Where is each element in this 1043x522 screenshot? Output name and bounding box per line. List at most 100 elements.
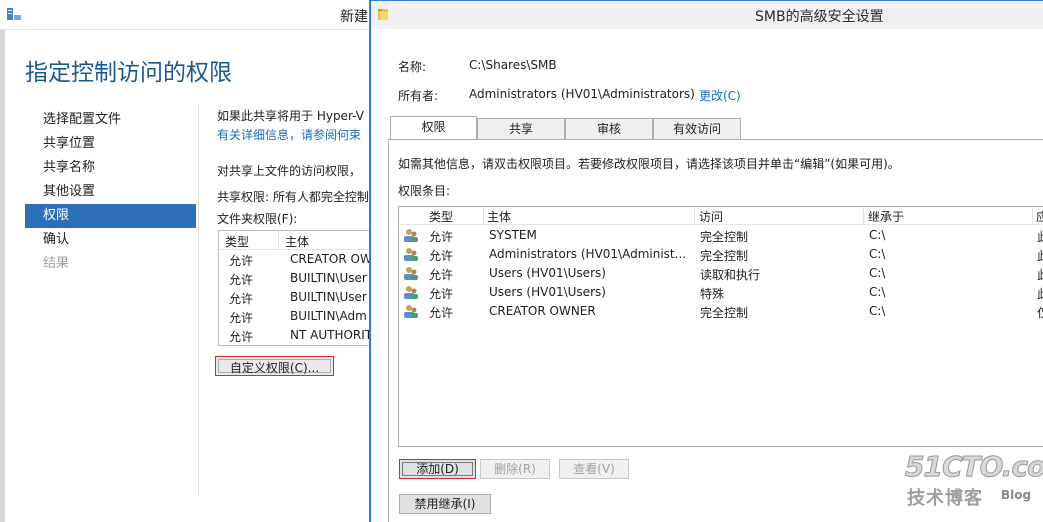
row-type: 允许	[229, 311, 254, 325]
permission-entries-list[interactable]: 类型 主体 访问 继承于 应 允许 SYSTEM 完全控制 C:\ 此 允许 A…	[398, 206, 1043, 447]
tab-effective-access[interactable]: 有效访问	[653, 118, 741, 139]
table-row[interactable]: 允许 NT AUTHORIT	[219, 326, 380, 345]
new-share-wizard-window: 新建 指定控制访问的权限 选择配置文件 共享位置 共享名称 其他设置 权限 确认…	[0, 0, 380, 522]
watermark-logo-text: 51CTO.com	[904, 450, 1043, 484]
tab-permissions[interactable]: 权限	[390, 116, 477, 139]
watermark-blog: Blog	[1001, 488, 1032, 502]
table-row[interactable]: 允许 SYSTEM 完全控制 C:\ 此	[399, 226, 1043, 245]
row-applies-to: 此	[1037, 266, 1043, 283]
table-row[interactable]: 允许 CREATOR OW	[219, 250, 380, 269]
row-applies-to: 此	[1037, 228, 1043, 245]
row-type: 允许	[429, 287, 454, 301]
folder-permissions-label: 文件夹权限(F):	[217, 212, 298, 226]
table-row[interactable]: 允许 Users (HV01\Users) 读取和执行 C:\ 此	[399, 264, 1043, 283]
row-applies-to: 此	[1037, 285, 1043, 302]
row-inherited-from: C:\	[869, 285, 886, 299]
column-access[interactable]: 访问	[699, 208, 723, 225]
wizard-title: 新建	[340, 9, 368, 25]
row-access: 完全控制	[700, 306, 749, 320]
row-type: 允许	[229, 330, 254, 344]
table-row[interactable]: 允许 Users (HV01\Users) 特殊 C:\ 此	[399, 283, 1043, 302]
step-select-profile[interactable]: 选择配置文件	[25, 108, 196, 132]
folder-icon	[378, 9, 388, 20]
advanced-security-dialog: SMB的高级安全设置 名称: C:\Shares\SMB 所有者: Admini…	[369, 0, 1043, 522]
users-icon	[404, 229, 418, 242]
table-header: 类型 主体	[219, 231, 380, 250]
add-button-label: 添加(D)	[416, 462, 459, 476]
add-button[interactable]: 添加(D)	[399, 459, 476, 479]
row-access: 特殊	[700, 287, 725, 301]
wizard-title-bar[interactable]: 新建	[0, 0, 380, 30]
row-type: 允许	[429, 230, 454, 244]
watermark-subtitle: 技术博客	[907, 488, 983, 509]
permission-entries-label: 权限条目:	[398, 184, 451, 198]
row-principal: Administrators (HV01\Administ...	[489, 247, 687, 261]
view-button[interactable]: 查看(V)	[559, 459, 629, 479]
more-info-link[interactable]: 有关详细信息，请参阅何束	[217, 126, 361, 143]
table-row[interactable]: 允许 CREATOR OWNER 完全控制 C:\ 仅	[399, 302, 1043, 321]
users-icon	[404, 305, 418, 318]
folder-permissions-table[interactable]: 类型 主体 允许 CREATOR OW 允许 BUILTIN\User 允许 B…	[218, 230, 380, 346]
remove-button[interactable]: 删除(R)	[480, 459, 550, 479]
row-inherited-from: C:\	[869, 266, 886, 280]
dialog-title: SMB的高级安全设置	[755, 9, 884, 25]
wizard-left-edge	[0, 30, 5, 522]
row-inherited-from: C:\	[869, 228, 886, 242]
owner-value: Administrators (HV01\Administrators)	[469, 87, 695, 101]
table-row[interactable]: 允许 Administrators (HV01\Administ... 完全控制…	[399, 245, 1043, 264]
change-owner-link[interactable]: 更改(C)	[699, 87, 741, 104]
disable-inheritance-button[interactable]: 禁用继承(I)	[399, 494, 491, 514]
row-inherited-from: C:\	[869, 304, 886, 318]
tab-share[interactable]: 共享	[477, 118, 565, 139]
row-type: 允许	[229, 273, 254, 287]
page-title: 指定控制访问的权限	[25, 60, 232, 86]
wizard-divider	[198, 105, 199, 495]
row-principal: Users (HV01\Users)	[489, 266, 606, 280]
server-manager-icon	[7, 8, 21, 20]
users-icon	[404, 286, 418, 299]
column-type[interactable]: 类型	[429, 208, 453, 225]
row-principal: CREATOR OWNER	[489, 304, 596, 318]
step-share-location[interactable]: 共享位置	[25, 132, 196, 156]
hyperv-note: 如果此共享将用于 Hyper-V	[217, 109, 364, 123]
info-text: 如需其他信息，请双击权限项目。若要修改权限项目，请选择该项目并单击“编辑”(如果…	[398, 157, 900, 171]
row-type: 允许	[229, 254, 254, 268]
site-watermark: 51CTO.com 技术博客 Blog	[904, 450, 1043, 510]
row-principal: BUILTIN\Adm	[290, 309, 367, 323]
tab-auditing[interactable]: 审核	[565, 118, 653, 139]
row-type: 允许	[429, 306, 454, 320]
step-other-settings[interactable]: 其他设置	[25, 180, 196, 204]
table-row[interactable]: 允许 BUILTIN\User	[219, 269, 380, 288]
step-permissions[interactable]: 权限	[25, 204, 196, 228]
customize-permissions-button[interactable]: 自定义权限(C)...	[215, 356, 334, 376]
row-type: 允许	[429, 268, 454, 282]
step-confirmation[interactable]: 确认	[25, 228, 196, 252]
row-inherited-from: C:\	[869, 247, 886, 261]
row-access: 完全控制	[700, 230, 749, 244]
row-principal: SYSTEM	[489, 228, 537, 242]
column-principal[interactable]: 主体	[487, 208, 511, 225]
name-value: C:\Shares\SMB	[469, 58, 557, 72]
column-inherited-from[interactable]: 继承于	[868, 208, 904, 225]
users-icon	[404, 267, 418, 280]
dialog-title-bar[interactable]: SMB的高级安全设置	[371, 1, 1043, 29]
row-type: 允许	[229, 292, 254, 306]
step-results: 结果	[43, 256, 70, 271]
column-type: 类型	[225, 235, 250, 249]
row-principal: CREATOR OW	[290, 252, 372, 266]
column-applies-to[interactable]: 应	[1036, 208, 1043, 225]
column-principal: 主体	[285, 235, 310, 249]
name-label: 名称:	[398, 60, 427, 74]
row-principal: NT AUTHORIT	[290, 328, 373, 342]
table-row[interactable]: 允许 BUILTIN\Adm	[219, 307, 380, 326]
step-share-name[interactable]: 共享名称	[25, 156, 196, 180]
share-permissions-text: 共享权限: 所有人都完全控制	[217, 190, 369, 204]
row-principal: BUILTIN\User	[290, 271, 367, 285]
row-type: 允许	[429, 249, 454, 263]
row-access: 完全控制	[700, 249, 749, 263]
users-icon	[404, 248, 418, 261]
access-permissions-text: 对共享上文件的访问权限，	[217, 164, 362, 178]
owner-label: 所有者:	[398, 89, 439, 103]
row-access: 读取和执行	[700, 268, 761, 282]
table-row[interactable]: 允许 BUILTIN\User	[219, 288, 380, 307]
